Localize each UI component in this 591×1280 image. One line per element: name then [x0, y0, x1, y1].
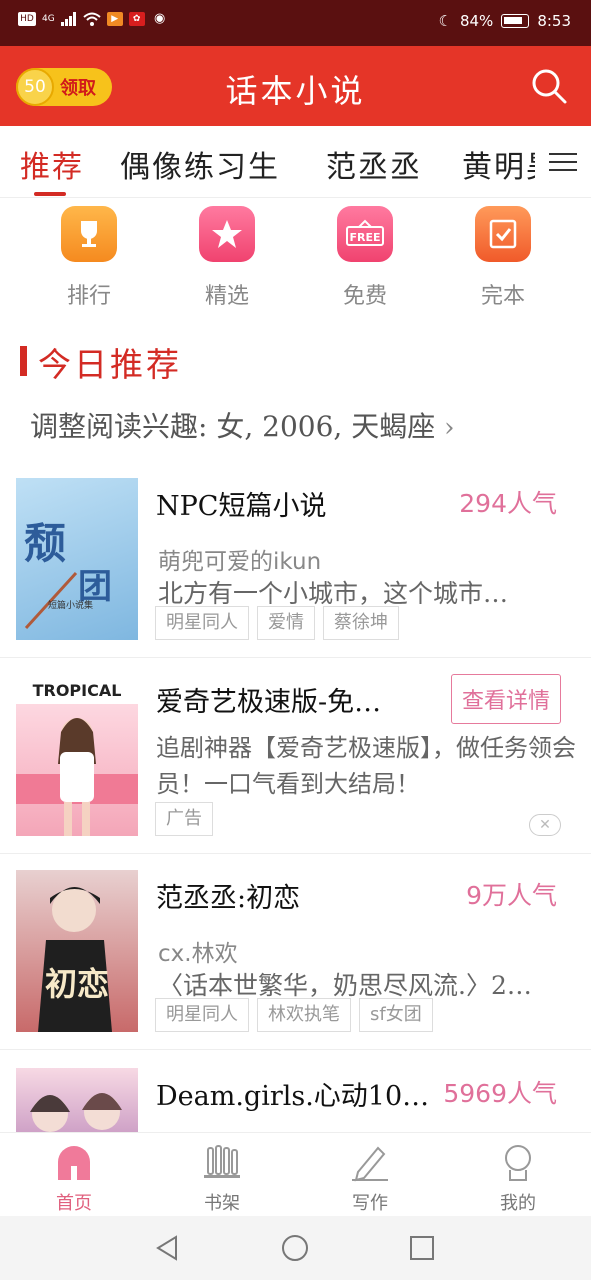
tab-menu-button[interactable]	[535, 126, 591, 197]
battery-percent: 84%	[459, 12, 494, 30]
reading-interest-link[interactable]: 调整阅读兴趣: 女, 2006, 天蝎座 ›	[30, 405, 455, 445]
book-title: Deam.girls.心动10…	[156, 1081, 430, 1112]
book-item[interactable]: Deam.girls.心动10… 5969人气	[0, 1050, 591, 1132]
system-navigation	[0, 1216, 591, 1280]
video-app-icon: ▶	[106, 12, 123, 26]
popularity: 5969人气	[443, 1079, 557, 1108]
huawei-icon: ✿	[128, 12, 145, 26]
book-description: 〈话本世繁华，奶思尽风流.〉2…	[158, 971, 532, 1000]
interest-text: 调整阅读兴趣: 女, 2006, 天蝎座	[30, 410, 436, 443]
nav-home[interactable]: 首页	[24, 1141, 124, 1215]
bookshelf-icon	[172, 1141, 272, 1183]
network-icon: 4G	[42, 14, 55, 24]
book-item[interactable]: 初恋 范丞丞:初恋 9万人气 cx.林欢 〈话本世繁华，奶思尽风流.〉2… 明星…	[0, 854, 591, 1050]
close-ad-button[interactable]: ✕	[529, 814, 561, 836]
app-screen: HD 4G ▶ ✿ ◉ ☾ 84% 8:53 50 领取 话本小说 推荐 偶像练…	[0, 0, 591, 1280]
tab-active-indicator	[34, 192, 66, 196]
tag[interactable]: 爱情	[257, 606, 315, 640]
signal-icon	[60, 12, 76, 26]
book-item[interactable]: 颓 团 短篇小说集 NPC短篇小说 294人气 萌兜可爱的ikun 北方有一个小…	[0, 464, 591, 658]
category-label: 完本	[480, 284, 525, 309]
tag[interactable]: 明星同人	[155, 998, 249, 1032]
battery-icon	[501, 14, 530, 28]
search-icon[interactable]	[529, 66, 569, 106]
svg-text:颓: 颓	[24, 519, 66, 568]
popularity: 9万人气	[466, 881, 557, 910]
profile-icon	[468, 1141, 568, 1183]
clock: 8:53	[537, 12, 571, 30]
status-bar: HD 4G ▶ ✿ ◉ ☾ 84% 8:53	[0, 0, 591, 46]
free-tag-icon: FREE	[337, 206, 393, 262]
svg-text:FREE: FREE	[349, 231, 380, 244]
nav-label: 首页	[56, 1193, 92, 1214]
tab-recommend[interactable]: 推荐	[20, 142, 84, 186]
tag[interactable]: 蔡徐坤	[323, 606, 399, 640]
section-title: 今日推荐	[38, 345, 182, 384]
tab-fan-chengcheng[interactable]: 范丞丞	[326, 142, 422, 186]
check-book-icon	[475, 206, 531, 262]
chevron-right-icon: ›	[444, 413, 455, 443]
nav-profile[interactable]: 我的	[468, 1141, 568, 1215]
ad-tag: 广告	[155, 802, 213, 836]
cover-text: 短篇小说集	[48, 599, 93, 611]
close-icon: ✕	[539, 817, 551, 833]
cover-text: TROPICAL	[33, 681, 122, 700]
book-title: 范丞丞:初恋	[156, 883, 301, 914]
category-tabs: 推荐 偶像练习生 范丞丞 黄明昊	[0, 126, 591, 198]
tag[interactable]: 明星同人	[155, 606, 249, 640]
nav-writing[interactable]: 写作	[320, 1141, 420, 1215]
nav-label: 写作	[352, 1193, 388, 1214]
category-ranking[interactable]: 排行	[34, 206, 144, 310]
home-circle-icon[interactable]	[281, 1234, 309, 1262]
hd-icon: HD	[18, 12, 36, 26]
app-title: 话本小说	[225, 72, 366, 110]
tag-list: 明星同人 爱情 蔡徐坤	[155, 606, 399, 640]
pen-icon	[320, 1141, 420, 1183]
back-icon[interactable]	[154, 1234, 182, 1262]
nav-label: 书架	[204, 1193, 240, 1214]
bottom-navigation: 首页 书架 写作 我的	[0, 1132, 591, 1216]
category-label: 排行	[66, 284, 111, 309]
category-completed[interactable]: 完本	[448, 206, 558, 310]
section-marker	[20, 346, 27, 376]
tag[interactable]: sf女团	[359, 998, 433, 1032]
star-icon	[199, 206, 255, 262]
tag-list: 广告	[155, 802, 213, 836]
book-author: cx.林欢	[158, 941, 238, 967]
book-description: 北方有一个小城市，这个城市…	[158, 579, 509, 608]
book-author: 萌兜可爱的ikun	[158, 549, 322, 575]
tag-list: 明星同人 林欢执笔 sf女团	[155, 998, 433, 1032]
recents-icon[interactable]	[408, 1234, 436, 1262]
trophy-icon	[61, 206, 117, 262]
ad-description: 追剧神器【爱奇艺极速版】，做任务领会员！一口气看到大结局！	[156, 734, 576, 798]
app-header: 50 领取 话本小说	[0, 46, 591, 126]
wifi-icon	[83, 12, 101, 26]
moon-icon: ☾	[438, 12, 452, 30]
book-cover: 初恋	[16, 870, 138, 1032]
ad-cover: TROPICAL	[16, 674, 138, 836]
category-label: 免费	[342, 284, 387, 309]
tag[interactable]: 林欢执笔	[257, 998, 351, 1032]
wechat-icon: ◉	[154, 11, 166, 26]
book-cover: 颓 团 短篇小说集	[16, 478, 138, 640]
nav-bookshelf[interactable]: 书架	[172, 1141, 272, 1215]
cover-text: 初恋	[45, 965, 109, 1003]
category-free[interactable]: FREE 免费	[310, 206, 420, 310]
tab-idol-trainee[interactable]: 偶像练习生	[120, 142, 280, 186]
home-icon	[24, 1141, 124, 1183]
book-title: NPC短篇小说	[156, 491, 327, 522]
ad-item[interactable]: TROPICAL 爱奇艺极速版-免… 查看详情 追剧神器【爱奇艺极速版】，做任务…	[0, 658, 591, 854]
menu-icon	[549, 153, 577, 171]
nav-label: 我的	[500, 1193, 536, 1214]
category-featured[interactable]: 精选	[172, 206, 282, 310]
ad-title: 爱奇艺极速版-免…	[156, 687, 382, 718]
category-shortcuts: 排行 精选 FREE 免费 完本	[0, 200, 591, 320]
book-cover	[16, 1068, 138, 1132]
category-label: 精选	[204, 284, 249, 309]
popularity: 294人气	[459, 489, 557, 518]
view-details-button[interactable]: 查看详情	[450, 674, 561, 724]
